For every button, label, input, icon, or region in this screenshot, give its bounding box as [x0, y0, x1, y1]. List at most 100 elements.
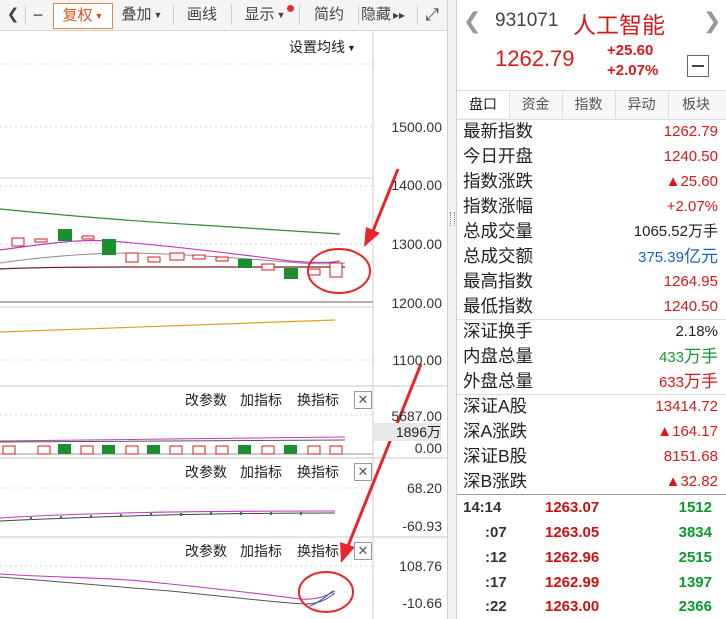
tick-time: :22	[485, 598, 507, 615]
stat-row: 指数涨跌 ▲25.60	[457, 169, 726, 194]
ma-settings-dropdown[interactable]: 设置均线 ▼	[289, 37, 356, 57]
stat-value: ▲25.60	[665, 173, 718, 190]
notification-dot-icon	[287, 5, 294, 12]
close-icon[interactable]: ✕	[354, 391, 372, 409]
stat-value: 8151.68	[663, 448, 718, 465]
panel-splitter[interactable]	[447, 0, 457, 619]
axis-label: -60.93	[402, 518, 442, 534]
change-params-button[interactable]: 改参数	[185, 390, 227, 410]
stat-row: 指数涨幅 +2.07%	[457, 194, 726, 219]
tick-price: 1262.96	[545, 549, 600, 566]
stat-row: 深A涨跌 ▲164.17	[457, 419, 726, 444]
stat-label: 内盘总量	[463, 346, 533, 366]
grip-icon	[450, 212, 455, 226]
ma-line-green	[0, 208, 341, 235]
fuquan-dropdown[interactable]: 复权 ▼	[53, 3, 113, 29]
stat-row: 深证A股 13414.72	[457, 394, 726, 419]
indicator2-line-purple	[0, 573, 336, 600]
double-chevron-right-icon: ▸▸	[393, 8, 406, 22]
add-indicator-button[interactable]: 加指标	[240, 390, 282, 410]
stat-value: ▲164.17	[657, 423, 718, 440]
simple-mode-button[interactable]: 简约	[303, 3, 355, 27]
switch-indicator-button[interactable]: 换指标	[297, 390, 339, 410]
tab-pankou[interactable]: 盘口	[457, 91, 510, 118]
prev-arrow-button[interactable]: ❮	[2, 3, 24, 27]
add-indicator-button[interactable]: 加指标	[240, 541, 282, 561]
stat-value: 1264.95	[663, 273, 718, 290]
ma-settings-label: 设置均线	[289, 39, 345, 55]
tick-price: 1263.07	[545, 499, 600, 516]
hide-label: 隐藏	[361, 6, 392, 23]
change-params-button[interactable]: 改参数	[185, 462, 227, 482]
stat-label: 外盘总量	[463, 371, 533, 391]
close-icon[interactable]: ✕	[354, 542, 372, 560]
chart-toolbar: ❮ − 复权 ▼ 叠加 ▼ 画线 显示 ▼ 简约 隐藏 ▸▸ ⤢	[0, 0, 447, 31]
switch-indicator-button[interactable]: 换指标	[297, 462, 339, 482]
stat-row: 内盘总量 433万手	[457, 344, 726, 369]
tick-volume: 3834	[678, 524, 712, 541]
draw-line-button[interactable]: 画线	[176, 3, 228, 27]
switch-indicator-button[interactable]: 换指标	[297, 541, 339, 561]
tick-price: 1263.00	[545, 598, 600, 615]
stock-code: 931071	[495, 10, 559, 31]
stat-label: 总成交量	[463, 221, 533, 241]
stat-row: 最低指数 1240.50	[457, 294, 726, 319]
tick-volume: 2515	[678, 549, 712, 566]
tab-bankuai[interactable]: 板块	[668, 91, 724, 118]
collapse-button[interactable]	[687, 55, 709, 77]
zoom-out-button[interactable]: −	[27, 3, 49, 27]
tick-volume: 1397	[678, 574, 712, 591]
annotation-circle-bottom	[298, 571, 354, 613]
tick-price: 1262.99	[545, 574, 600, 591]
stat-value: 1240.50	[663, 298, 718, 315]
display-dropdown[interactable]: 显示 ▼	[234, 3, 296, 27]
tick-volume: 2366	[678, 598, 712, 615]
add-indicator-button[interactable]: 加指标	[240, 462, 282, 482]
stat-label: 指数涨幅	[463, 196, 533, 216]
chevron-down-icon: ▼	[153, 10, 163, 21]
tick-row: :12 1262.96 2515	[457, 545, 726, 570]
indicator1-line-purple	[0, 510, 336, 519]
change-params-button[interactable]: 改参数	[185, 541, 227, 561]
fuquan-label: 复权	[62, 7, 93, 24]
tick-time: :12	[485, 549, 507, 566]
display-label: 显示	[244, 6, 275, 23]
diejia-label: 叠加	[121, 6, 152, 23]
tick-volume: 1512	[678, 499, 712, 516]
stat-number: 633	[658, 374, 684, 391]
tick-time: :07	[485, 524, 507, 541]
quote-panel: ❮ 931071 人工智能 ❯ 1262.79 +25.60 +2.07% 盘口…	[457, 0, 726, 619]
stat-value: 1240.50	[663, 148, 718, 165]
stat-value: 1262.79	[663, 123, 718, 140]
price-change-pct: +2.07%	[607, 62, 659, 79]
stat-value: 633万手	[659, 369, 718, 395]
diejia-dropdown[interactable]: 叠加 ▼	[114, 3, 170, 27]
axis-label: 1500.00	[391, 119, 442, 135]
stat-value: 433万手	[659, 344, 718, 370]
current-price: 1262.79	[495, 46, 575, 71]
tab-zijin[interactable]: 资金	[509, 91, 563, 118]
axis-label: 108.76	[399, 558, 442, 574]
stat-row: 深证换手 2.18%	[457, 319, 726, 344]
axis-label: 1100.00	[392, 352, 442, 368]
stat-value: 375.39亿元	[638, 244, 718, 270]
stock-name: 人工智能	[573, 12, 665, 38]
next-stock-arrow[interactable]: ❯	[703, 8, 721, 34]
close-icon[interactable]: ✕	[354, 463, 372, 481]
stat-label: 最低指数	[463, 296, 533, 316]
stat-label: 深B涨跌	[463, 471, 528, 491]
tick-time: 14:14	[463, 499, 502, 516]
kline-chart-area[interactable]: 设置均线 ▼ 1500.00 1400.00 1300.00 1200.00 11…	[0, 31, 447, 619]
candles	[11, 229, 343, 279]
prev-stock-arrow[interactable]: ❮	[463, 8, 481, 34]
tick-time: :17	[485, 574, 507, 591]
fullscreen-icon[interactable]: ⤢	[420, 3, 444, 27]
tab-yidong[interactable]: 异动	[615, 91, 669, 118]
stat-value: 13414.72	[655, 398, 718, 415]
stat-value: ▲32.82	[665, 473, 718, 490]
stat-value: 2.18%	[675, 323, 718, 340]
hide-button[interactable]: 隐藏 ▸▸	[361, 3, 415, 27]
tab-zhishu[interactable]: 指数	[562, 91, 616, 118]
stat-label: 深证换手	[463, 321, 533, 341]
stat-number: 375.39	[638, 249, 684, 266]
